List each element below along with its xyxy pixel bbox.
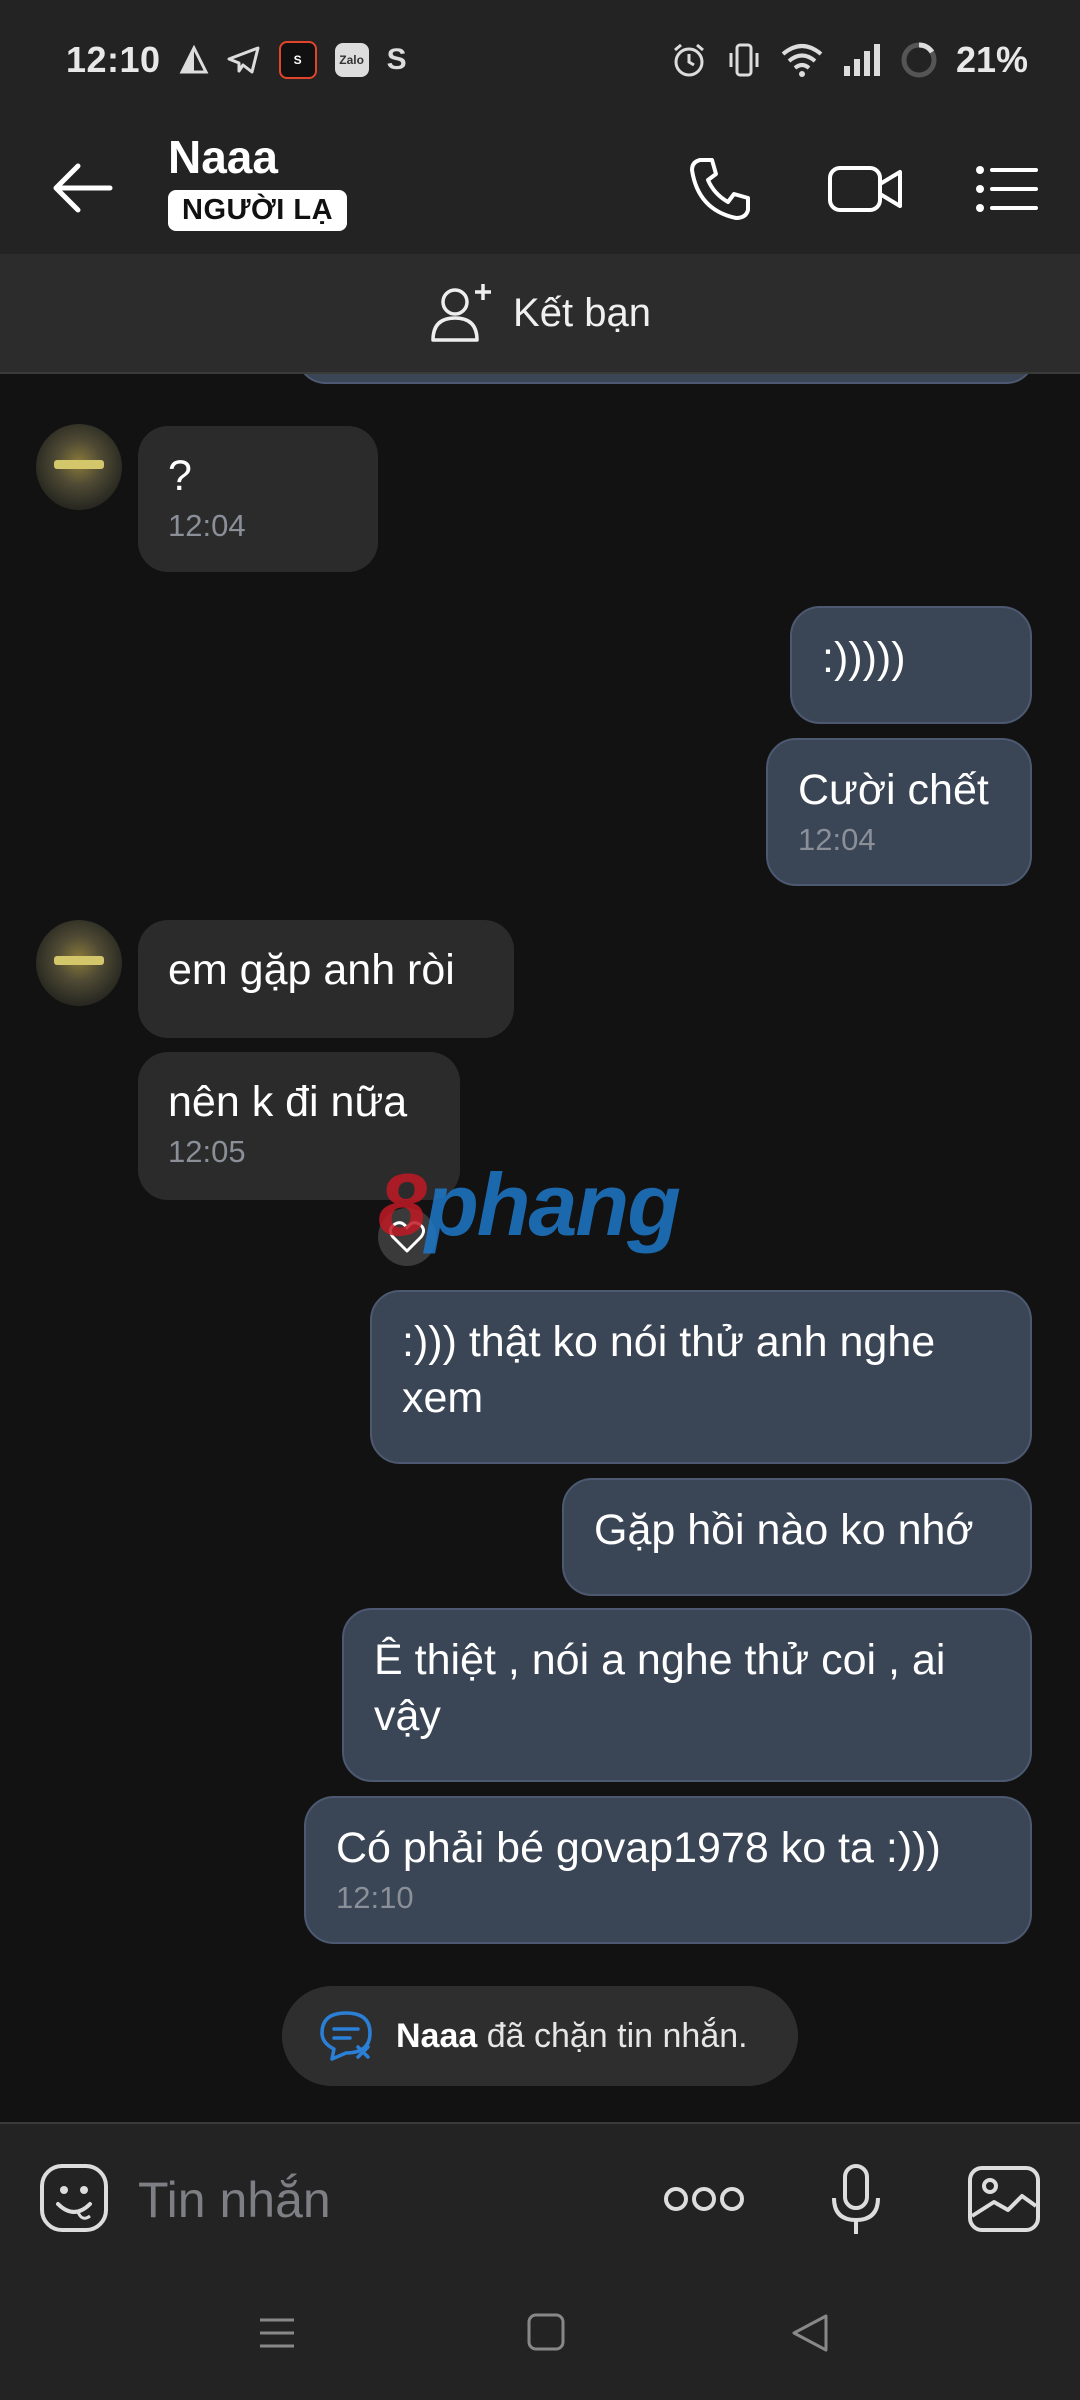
message-bubble[interactable]: Gặp hồi nào ko nhớ — [562, 1478, 1032, 1596]
home-button[interactable] — [526, 2312, 566, 2352]
alarm-icon — [673, 43, 704, 77]
recents-button[interactable] — [256, 2312, 298, 2354]
emoji-button[interactable] — [38, 2162, 110, 2234]
chat-options-button[interactable] — [974, 156, 1040, 222]
message-bubble[interactable]: :))) thật ko nói thử anh nghe xem — [370, 1290, 1032, 1464]
add-friend-bar[interactable]: Kết bạn — [0, 254, 1080, 374]
message-bubble[interactable]: :))))) — [790, 606, 1032, 724]
message-time: 12:04 — [798, 822, 876, 857]
more-dots-icon — [664, 2187, 744, 2211]
message-text: ? — [168, 452, 192, 500]
microphone-icon — [832, 2164, 880, 2234]
back-button[interactable] — [48, 158, 118, 218]
avatar[interactable] — [36, 424, 122, 510]
video-camera-icon — [828, 166, 902, 212]
heart-icon — [389, 1221, 425, 1253]
previous-message-bubble — [296, 374, 1036, 384]
phone-icon — [690, 158, 750, 220]
system-back-button[interactable] — [790, 2312, 830, 2354]
message-input-bar — [0, 2122, 1080, 2274]
message-text: :))) thật ko nói thử anh nghe xem — [402, 1318, 936, 1422]
message-bubble[interactable]: nên k đi nữa 12:05 — [138, 1052, 460, 1200]
message-bubble[interactable]: Ê thiệt , nói a nghe thử coi , ai vậy — [342, 1608, 1032, 1782]
home-square-icon — [527, 2313, 565, 2351]
status-bar: 12:10 S Zalo S 21% — [0, 0, 1080, 120]
status-time: 12:10 — [66, 39, 161, 80]
send-image-button[interactable] — [966, 2164, 1042, 2234]
app-s-icon: S — [278, 41, 317, 79]
stranger-badge: NGƯỜI LẠ — [168, 190, 348, 231]
back-triangle-icon — [792, 2314, 828, 2352]
message-text: nên k đi nữa — [168, 1078, 408, 1126]
message-text: em gặp anh ròi — [168, 946, 455, 994]
recents-icon — [260, 2318, 294, 2348]
blocked-message: đã chặn tin nhắn. — [477, 2016, 748, 2055]
voice-message-button[interactable] — [828, 2162, 884, 2238]
blocked-contact-name: Naaa — [396, 2016, 478, 2055]
message-list[interactable]: ? 12:04 :))))) Cười chết 12:04 em gặp an… — [0, 374, 1080, 2120]
message-input[interactable] — [136, 2168, 640, 2232]
cell-signal-icon — [843, 44, 880, 76]
message-time: 12:10 — [336, 1880, 414, 1915]
avatar[interactable] — [36, 920, 122, 1006]
signal-triangle-icon — [179, 45, 209, 74]
message-text: Có phải bé govap1978 ko ta :))) — [336, 1824, 941, 1872]
blocked-notice: Naaa đã chặn tin nhắn. — [282, 1986, 798, 2086]
message-time: 12:05 — [168, 1134, 246, 1169]
message-bubble[interactable]: Cười chết 12:04 — [766, 738, 1032, 886]
voice-call-button[interactable] — [686, 154, 756, 224]
reaction-button[interactable] — [378, 1208, 436, 1266]
message-time: 12:04 — [168, 508, 246, 543]
zalo-icon: Zalo — [334, 43, 369, 77]
vibrate-icon — [729, 43, 759, 77]
blocked-text: Naaa đã chặn tin nhắn. — [396, 2017, 748, 2056]
system-nav-bar — [0, 2272, 1080, 2400]
blocked-chat-icon — [320, 2011, 372, 2061]
video-call-button[interactable] — [826, 154, 904, 224]
list-menu-icon — [976, 166, 1038, 212]
message-text: Cười chết — [798, 766, 989, 814]
battery-level: 21% — [955, 39, 1028, 80]
message-bubble[interactable]: em gặp anh ròi — [138, 920, 514, 1038]
message-text: :))))) — [822, 634, 906, 682]
arrow-left-icon — [53, 163, 113, 213]
image-icon — [968, 2166, 1040, 2232]
battery-ring-icon — [901, 42, 937, 78]
message-bubble[interactable]: Có phải bé govap1978 ko ta :))) 12:10 — [304, 1796, 1032, 1944]
wifi-icon — [781, 44, 823, 77]
telegram-icon — [227, 46, 260, 74]
sticker-face-icon — [40, 2164, 108, 2232]
message-bubble[interactable]: ? 12:04 — [138, 426, 378, 572]
add-user-icon — [431, 284, 492, 342]
app-s2-icon: S — [386, 43, 407, 76]
add-friend-label: Kết bạn — [513, 290, 651, 335]
message-text: Gặp hồi nào ko nhớ — [594, 1506, 974, 1554]
more-options-button[interactable] — [662, 2174, 746, 2224]
chat-header: Naaa NGƯỜI LẠ — [0, 120, 1080, 254]
message-text: Ê thiệt , nói a nghe thử coi , ai vậy — [374, 1636, 946, 1740]
contact-name[interactable]: Naaa — [168, 130, 278, 184]
